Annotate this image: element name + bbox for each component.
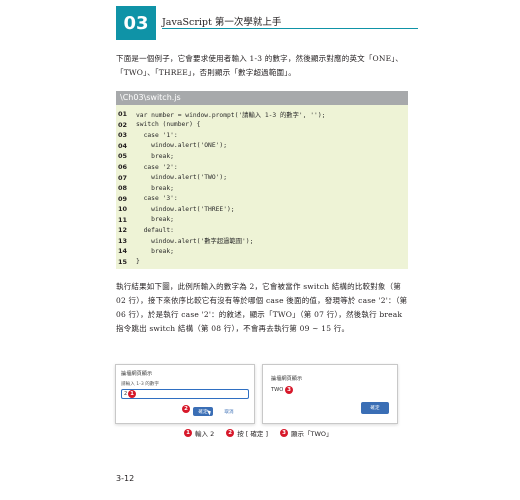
line-number: 04: [118, 141, 128, 150]
code-line: 12 default:: [116, 225, 408, 236]
line-number: 03: [118, 131, 128, 140]
code-line: 04 window.alert('ONE');: [116, 141, 408, 152]
code-line: 09 case '3':: [116, 193, 408, 204]
alert-ok-button[interactable]: 確定: [361, 402, 389, 414]
step-badge-2: 2: [182, 405, 190, 413]
code-text: break;: [136, 216, 174, 224]
page-number: 3-12: [116, 474, 135, 483]
code-line: 14 break;: [116, 246, 408, 257]
line-number: 14: [118, 247, 128, 256]
code-text: break;: [136, 184, 174, 192]
code-text: case '2':: [136, 163, 178, 171]
code-text: }: [136, 258, 140, 266]
chapter-number: 03: [123, 12, 149, 34]
line-number: 11: [118, 215, 128, 224]
code-text: case '3':: [136, 195, 178, 203]
header-rule: [162, 28, 418, 29]
prompt-input[interactable]: 2: [121, 389, 249, 399]
line-number: 15: [118, 257, 128, 266]
caption-3-text: 顯示「TWO」: [290, 430, 333, 438]
intro-paragraph: 下面是一個例子，它會要求使用者輸入 1-3 的數字，然後顯示對應的英文「ONE」…: [116, 54, 403, 77]
alert-message: TWO: [271, 387, 284, 393]
prompt-cancel-button[interactable]: 取消: [220, 407, 238, 416]
code-text: var number = window.prompt('請輸入 1-3 的數字'…: [136, 111, 326, 119]
code-line: 01 var number = window.prompt('請輸入 1-3 的數…: [116, 109, 408, 120]
code-line: 03 case '1':: [116, 130, 408, 141]
code-text: break;: [136, 152, 174, 160]
caption-2: 2按 [ 確定 ]: [226, 428, 268, 438]
caption-badge-1: 1: [184, 429, 192, 437]
line-number: 10: [118, 205, 128, 214]
caption-1: 1 輸入 2: [184, 428, 214, 438]
line-number: 02: [118, 120, 128, 129]
code-text: window.alert('數字超過範圍');: [136, 238, 254, 246]
line-number: 08: [118, 184, 128, 193]
code-text: window.alert('TWO');: [136, 174, 227, 182]
code-line: 15}: [116, 257, 408, 268]
line-number: 06: [118, 163, 128, 171]
code-line: 08 break;: [116, 183, 408, 194]
code-line: 02 switch (number) {: [116, 120, 408, 131]
chapter-title: JavaScript 第一次學就上手: [162, 17, 282, 28]
code-line: 07 window.alert('TWO');: [116, 172, 408, 183]
code-filename: \Ch03\switch.js: [116, 91, 408, 105]
prompt-dialog: 論壇網頁顯示 請輸入 1-3 的數字 2 1 確定 取消: [115, 364, 255, 424]
caption-badge-2: 2: [226, 429, 235, 437]
code-line: 11 break;: [116, 214, 408, 225]
alert-dialog: 論壇網頁顯示 TWO 3 確定: [262, 364, 398, 424]
line-number: 07: [118, 173, 128, 182]
code-lines: 01 var number = window.prompt('請輸入 1-3 的數…: [116, 109, 408, 267]
caption-1-text: 輸入 2: [195, 430, 215, 438]
code-text: break;: [136, 247, 174, 255]
code-text: window.alert('ONE');: [136, 142, 227, 150]
alert-dialog-title: 論壇網頁顯示: [271, 376, 303, 382]
code-text: switch (number) {: [136, 121, 201, 129]
line-number: 01: [118, 110, 128, 119]
step-badge-1: 1: [128, 390, 136, 398]
line-number: 13: [118, 236, 128, 245]
code-text: window.alert('THREE');: [136, 205, 235, 213]
figure-captions: 1 輸入 2 2按 [ 確定 ] 3 顯示「TWO」: [184, 428, 384, 438]
step-badge-3: 3: [285, 386, 293, 394]
code-line: 06 case '2':: [116, 162, 408, 173]
line-number: 09: [118, 194, 128, 203]
caption-3: 3 顯示「TWO」: [279, 428, 333, 438]
chapter-number-badge: 03: [116, 6, 156, 40]
code-line: 10 window.alert('THREE');: [116, 204, 408, 215]
prompt-input-value: 2: [124, 391, 128, 397]
line-number: 12: [118, 226, 128, 235]
prompt-text: 請輸入 1-3 的數字: [121, 382, 159, 387]
result-paragraph: 執行結果如下圖，此例所輸入的數字為 2，它會被當作 switch 結構的比較對象…: [116, 282, 408, 333]
code-line: 05 break;: [116, 151, 408, 162]
code-line: 13 window.alert('數字超過範圍');: [116, 236, 408, 247]
line-number: 05: [118, 152, 128, 161]
caption-2-text: 按 [ 確定 ]: [237, 430, 268, 438]
prompt-dialog-title: 論壇網頁顯示: [121, 371, 153, 377]
caption-badge-3: 3: [279, 429, 288, 437]
code-text: case '1':: [136, 131, 178, 139]
code-text: default:: [136, 226, 174, 234]
